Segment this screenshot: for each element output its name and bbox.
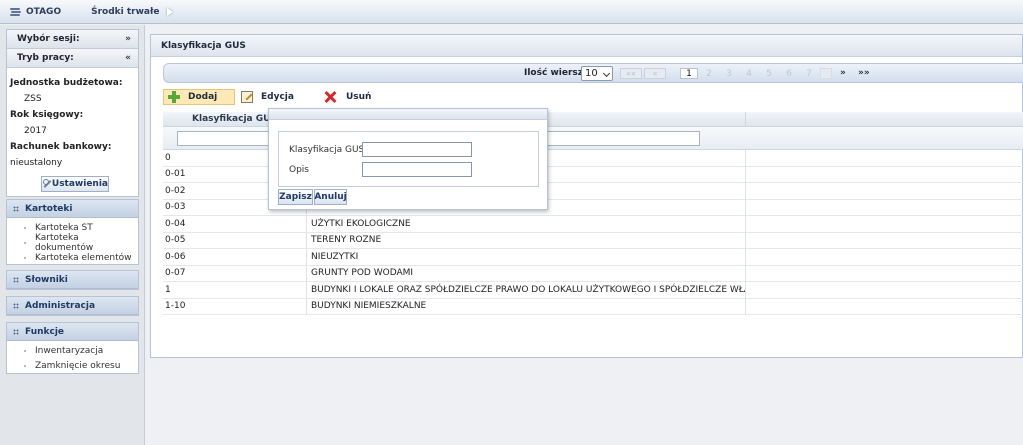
cell-code: 0-06 (163, 249, 307, 265)
page-7[interactable]: 7 (800, 68, 818, 79)
session-header[interactable]: Wybór sesji: » (7, 30, 138, 49)
edit-icon (241, 91, 253, 103)
next-page-button[interactable]: » (840, 68, 846, 78)
page-6[interactable]: 6 (780, 68, 798, 79)
cell-code: 1-10 (163, 298, 307, 314)
plus-icon (168, 91, 180, 103)
page-1[interactable]: 1 (680, 68, 698, 79)
section-administracja: Administracja (6, 296, 139, 316)
last-page-button[interactable]: »» (858, 68, 870, 78)
collapse-icon[interactable]: « (125, 53, 131, 63)
page-4[interactable]: 4 (740, 68, 758, 79)
cell-code: 0-07 (163, 265, 307, 281)
desc-field-label: Opis (289, 165, 309, 175)
sidebar: Wybór sesji: » Tryb pracy: « Jednostka b… (0, 25, 145, 445)
code-field-label: Klasyfikacja GUS (289, 145, 365, 155)
wrench-icon (42, 179, 49, 189)
prev-page-button[interactable]: « (644, 68, 666, 79)
dialog-header[interactable] (269, 109, 547, 120)
settings-button[interactable]: Ustawienia (41, 176, 109, 192)
edit-button[interactable]: Edycja (237, 89, 298, 105)
grip-icon (13, 302, 19, 309)
unit-label: Jednostka budżetowa: (10, 78, 123, 88)
play-icon[interactable] (167, 7, 174, 16)
module-title[interactable]: Środki trwałe (91, 7, 159, 17)
table-row[interactable]: 0-05 TERENY ROZNE (163, 232, 1023, 249)
top-bar: OTAGO Środki trwałe (0, 0, 1023, 24)
section-header-administracja[interactable]: Administracja (7, 297, 138, 315)
cell-desc: BUDYNKI NIEMIESZKALNE (307, 298, 746, 314)
save-button[interactable]: Zapisz (278, 189, 313, 205)
cell-code: 1 (163, 282, 307, 298)
dialog-fieldset: Klasyfikacja GUS Opis (278, 131, 539, 187)
year-label: Rok księgowy: (10, 110, 84, 120)
rows-per-page-label: Ilość wierszy (524, 68, 589, 78)
add-button[interactable]: Dodaj (163, 89, 235, 105)
cell-desc: NIEUZYTKI (307, 249, 746, 265)
cell-desc: UŻYTKI EKOLOGICZNE (307, 216, 746, 232)
section-kartoteki: Kartoteki Kartoteka ST Kartoteka dokumen… (6, 199, 139, 265)
section-header-slowniki[interactable]: Słowniki (7, 271, 138, 289)
expand-icon[interactable]: » (125, 34, 131, 44)
delete-icon (324, 91, 336, 103)
section-header-funkcje[interactable]: Funkcje (7, 323, 138, 341)
panel-title: Klasyfikacja GUS (151, 35, 1022, 57)
table-row[interactable]: 0-07 GRUNTY POD WODAMI (163, 265, 1023, 282)
grip-icon (13, 328, 19, 335)
sidebar-item-kartoteka-dokumentow[interactable]: Kartoteka dokumentów (7, 233, 138, 253)
sidebar-item-zamkniecie-okresu[interactable]: Zamknięcie okresu (7, 358, 138, 373)
logo-text: OTAGO (26, 6, 62, 17)
sidebar-item-inwentaryzacja[interactable]: Inwentaryzacja (7, 343, 138, 358)
app-logo[interactable]: OTAGO (10, 7, 61, 17)
first-page-button[interactable]: «« (620, 68, 642, 79)
page-2[interactable]: 2 (700, 68, 718, 79)
table-row[interactable]: 0-06 NIEUZYTKI (163, 249, 1023, 266)
table-row[interactable]: 1 BUDYNKI I LOKALE ORAZ SPÓŁDZIELCZE PRAW… (163, 282, 1023, 299)
desc-field-input[interactable] (362, 162, 472, 177)
grip-icon (13, 205, 19, 212)
session-box: Wybór sesji: » Tryb pracy: « Jednostka b… (6, 29, 139, 197)
cancel-button[interactable]: Anuluj (314, 189, 347, 205)
account-value: nieustalony (10, 158, 63, 168)
account-label: Rachunek bankowy: (10, 142, 112, 152)
mode-header[interactable]: Tryb pracy: « (7, 49, 138, 68)
section-slowniki: Słowniki (6, 270, 139, 290)
cell-code: 0-05 (163, 232, 307, 248)
code-field-input[interactable] (362, 142, 472, 157)
cell-desc: BUDYNKI I LOKALE ORAZ SPÓŁDZIELCZE PRAWO… (307, 282, 746, 298)
rows-per-page-select[interactable]: 10 (581, 66, 613, 81)
unit-value: ZSS (24, 94, 42, 104)
table-row[interactable]: 1-10 BUDYNKI NIEMIESZKALNE (163, 298, 1023, 315)
grip-icon (13, 276, 19, 283)
pager-bar: Ilość wierszy 10 «« « 1 2 3 4 5 6 7 » »» (163, 63, 1023, 83)
page-5[interactable]: 5 (760, 68, 778, 79)
column-header-empty (746, 112, 1023, 126)
session-info: Jednostka budżetowa: ZSS Rok księgowy: 2… (7, 68, 138, 192)
page-3[interactable]: 3 (720, 68, 738, 79)
cell-code: 0-04 (163, 216, 307, 232)
cell-desc: GRUNTY POD WODAMI (307, 265, 746, 281)
add-dialog: Klasyfikacja GUS Opis Zapisz Anuluj (268, 108, 548, 210)
cell-desc: TERENY ROZNE (307, 232, 746, 248)
sidebar-item-kartoteka-elementow[interactable]: Kartoteka elementów (7, 250, 138, 265)
page-spacer (820, 68, 832, 79)
section-header-kartoteki[interactable]: Kartoteki (7, 200, 138, 218)
chevron-down-icon (602, 69, 611, 78)
delete-button[interactable]: Usuń (320, 89, 375, 105)
section-funkcje: Funkcje Inwentaryzacja Zamknięcie okresu (6, 322, 139, 374)
table-row[interactable]: 0-04 UŻYTKI EKOLOGICZNE (163, 216, 1023, 233)
toolbar: Dodaj Edycja Usuń (163, 88, 375, 106)
year-value: 2017 (24, 126, 47, 136)
logo-icon (10, 7, 22, 17)
